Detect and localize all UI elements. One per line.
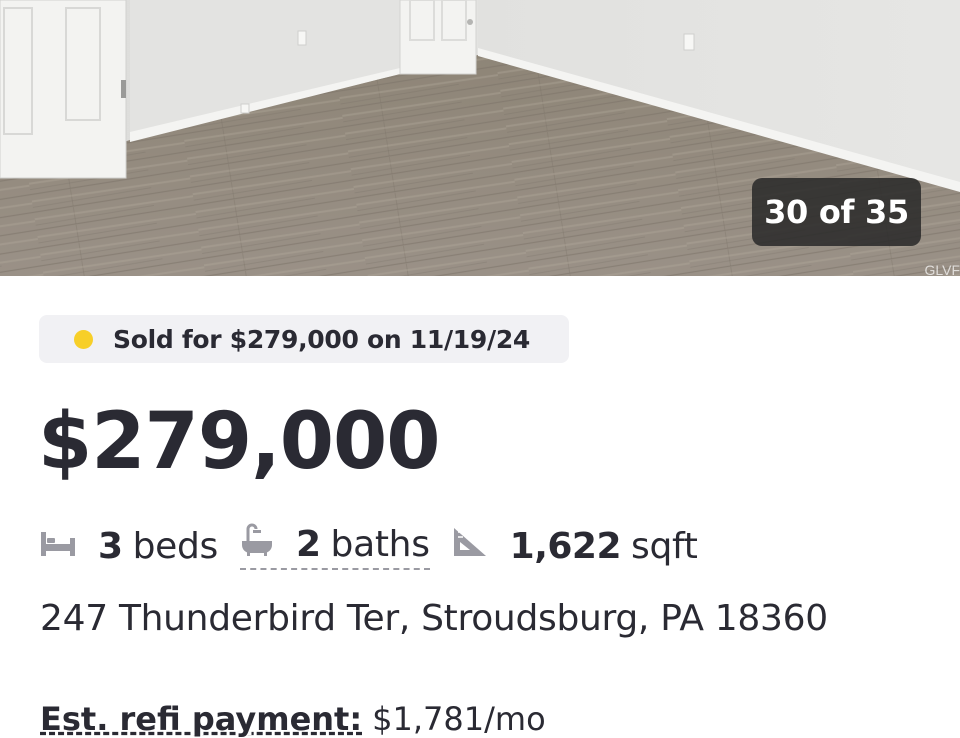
listing-address: 247 Thunderbird Ter, Stroudsburg, PA 183… [40, 598, 828, 639]
sold-status-text: Sold for $279,000 on 11/19/24 [113, 324, 531, 354]
sqft-label: sqft [631, 525, 698, 567]
listing-price: $279,000 [38, 397, 441, 487]
baths-count: 2 [295, 523, 321, 565]
est-payment-row[interactable]: Est. refi payment: $1,781/mo [40, 700, 546, 738]
bathtub-icon [240, 523, 274, 566]
beds-count: 3 [98, 525, 123, 567]
est-payment-label[interactable]: Est. refi payment: [40, 700, 362, 738]
sold-status-badge: Sold for $279,000 on 11/19/24 [39, 315, 569, 363]
listing-photo[interactable]: 30 of 35 GLVF [0, 0, 960, 276]
beds-label: beds [132, 525, 219, 567]
photo-counter: 30 of 35 [752, 178, 921, 246]
photo-watermark: GLVF [924, 262, 960, 276]
status-dot-icon [74, 329, 93, 349]
baths-fact[interactable]: 2 baths [239, 523, 430, 570]
beds-fact: 3 beds [40, 526, 218, 567]
sqft-value: 1,622 [509, 525, 622, 567]
baths-label: baths [330, 523, 430, 565]
sqft-fact: 1,622 sqft [452, 526, 698, 567]
bed-icon [40, 526, 76, 567]
est-payment-value: $1,781/mo [372, 700, 546, 738]
home-facts-row: 3 beds 2 baths 1,622 sqft [40, 520, 698, 572]
ruler-triangle-icon [452, 526, 488, 567]
